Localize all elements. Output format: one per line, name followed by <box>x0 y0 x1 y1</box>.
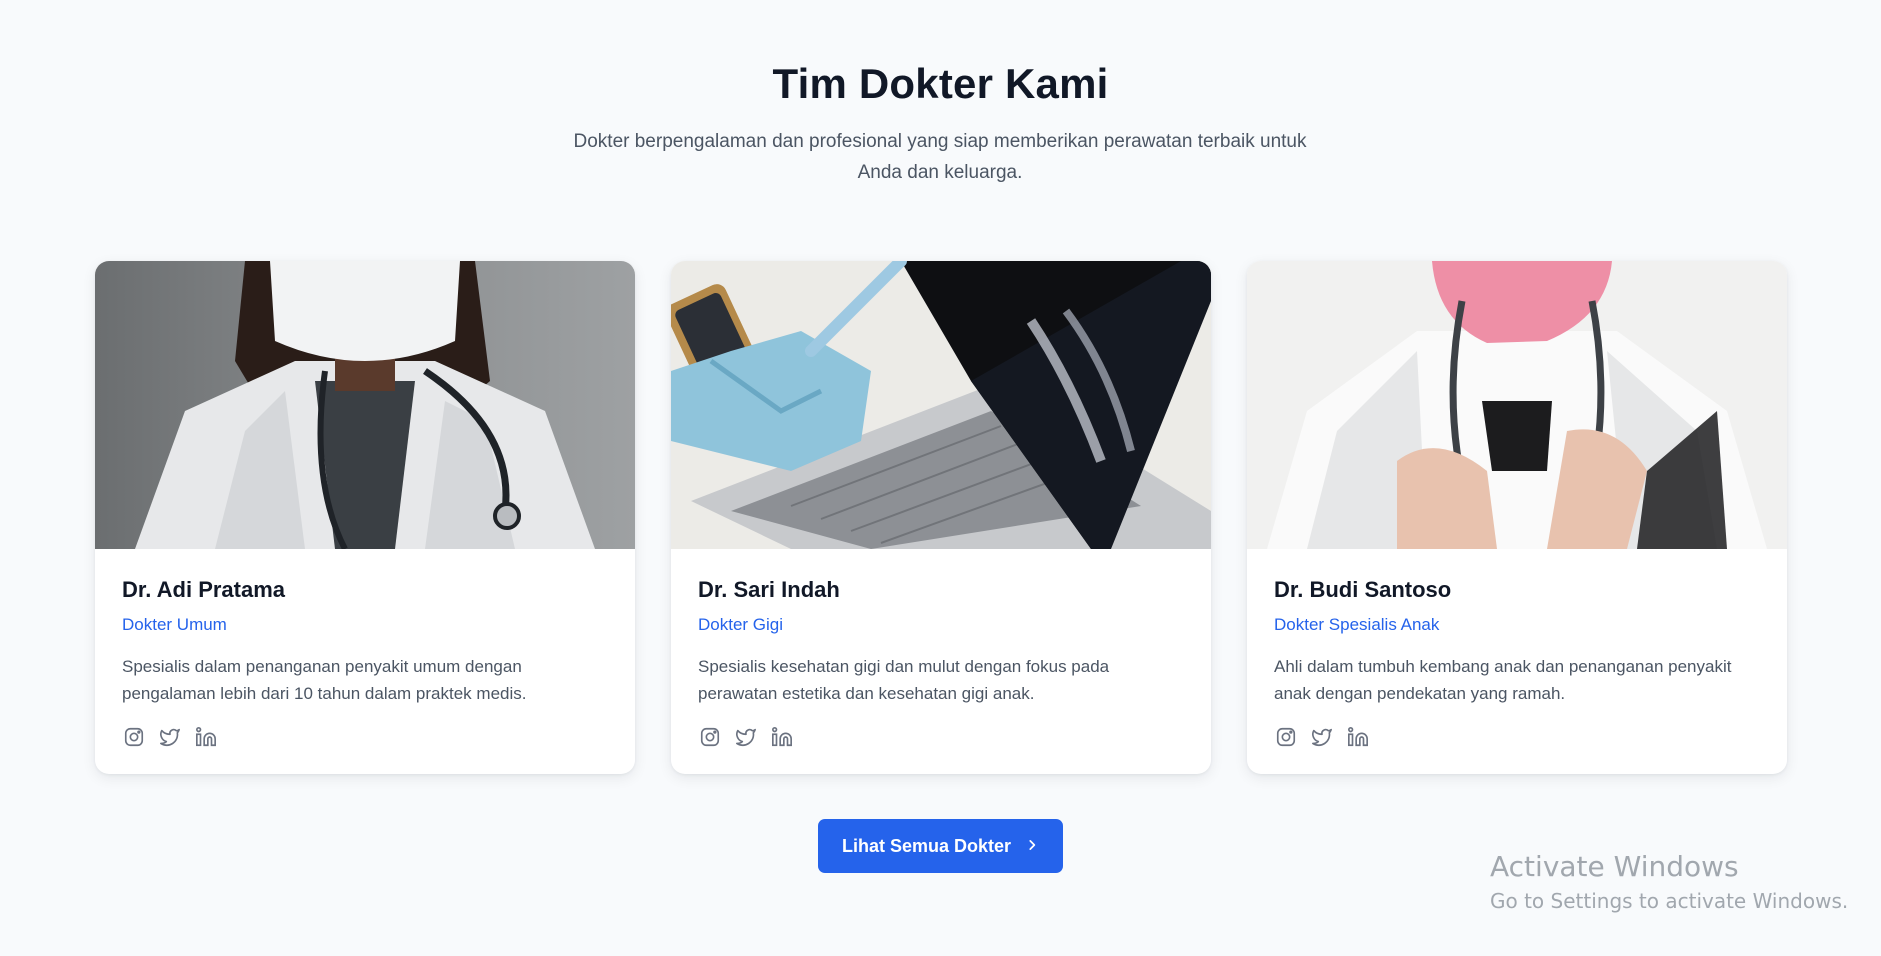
social-links <box>1274 725 1760 749</box>
doctor-card: Dr. Sari Indah Dokter Gigi Spesialis kes… <box>671 261 1211 774</box>
doctor-name: Dr. Adi Pratama <box>122 577 286 602</box>
doctor-description: Spesialis dalam penanganan penyakit umum… <box>122 657 527 703</box>
twitter-icon[interactable] <box>734 725 758 749</box>
doctor-description: Ahli dalam tumbuh kembang anak dan penan… <box>1274 657 1732 703</box>
doctor-specialty: Dokter Spesialis Anak <box>1274 615 1440 634</box>
doctor-name: Dr. Budi Santoso <box>1274 577 1452 602</box>
twitter-icon[interactable] <box>158 725 182 749</box>
watermark-title: Activate Windows <box>1490 850 1739 883</box>
linkedin-icon[interactable] <box>194 725 218 749</box>
doctor-specialty: Dokter Gigi <box>698 615 784 634</box>
section-subtitle: Dokter berpengalaman dan profesional yan… <box>573 131 1307 183</box>
doctor-cards: Dr. Adi Pratama Dokter Umum Spesialis da… <box>95 261 1787 774</box>
social-links <box>122 725 608 749</box>
watermark-subtitle: Go to Settings to activate Windows. <box>1490 889 1849 913</box>
chevron-right-icon <box>1025 836 1039 857</box>
doctor-card: Dr. Budi Santoso Dokter Spesialis Anak A… <box>1247 261 1787 774</box>
linkedin-icon[interactable] <box>770 725 794 749</box>
view-all-doctors-label: Lihat Semua Dokter <box>841 835 1012 856</box>
doctor-specialty: Dokter Umum <box>122 615 227 634</box>
linkedin-icon[interactable] <box>1346 725 1370 749</box>
doctor-photo-image <box>671 261 1211 549</box>
doctor-photo-image <box>95 261 635 549</box>
doctor-photo <box>1247 261 1787 549</box>
doctor-card: Dr. Adi Pratama Dokter Umum Spesialis da… <box>95 261 635 774</box>
instagram-icon[interactable] <box>698 725 722 749</box>
section-title: Tim Dokter Kami <box>772 60 1109 107</box>
instagram-icon[interactable] <box>122 725 146 749</box>
twitter-icon[interactable] <box>1310 725 1334 749</box>
doctor-photo-image <box>1247 261 1787 549</box>
doctor-name: Dr. Sari Indah <box>698 577 840 602</box>
windows-activation-watermark: Activate Windows Go to Settings to activ… <box>1490 850 1848 913</box>
social-links <box>698 725 1184 749</box>
view-all-doctors-button[interactable]: Lihat Semua Dokter <box>818 819 1063 873</box>
instagram-icon[interactable] <box>1274 725 1298 749</box>
doctors-team-page: Tim Dokter Kami Dokter berpengalaman dan… <box>0 0 1881 956</box>
doctor-photo <box>95 261 635 549</box>
doctor-photo <box>671 261 1211 549</box>
doctor-description: Spesialis kesehatan gigi dan mulut denga… <box>698 657 1110 703</box>
